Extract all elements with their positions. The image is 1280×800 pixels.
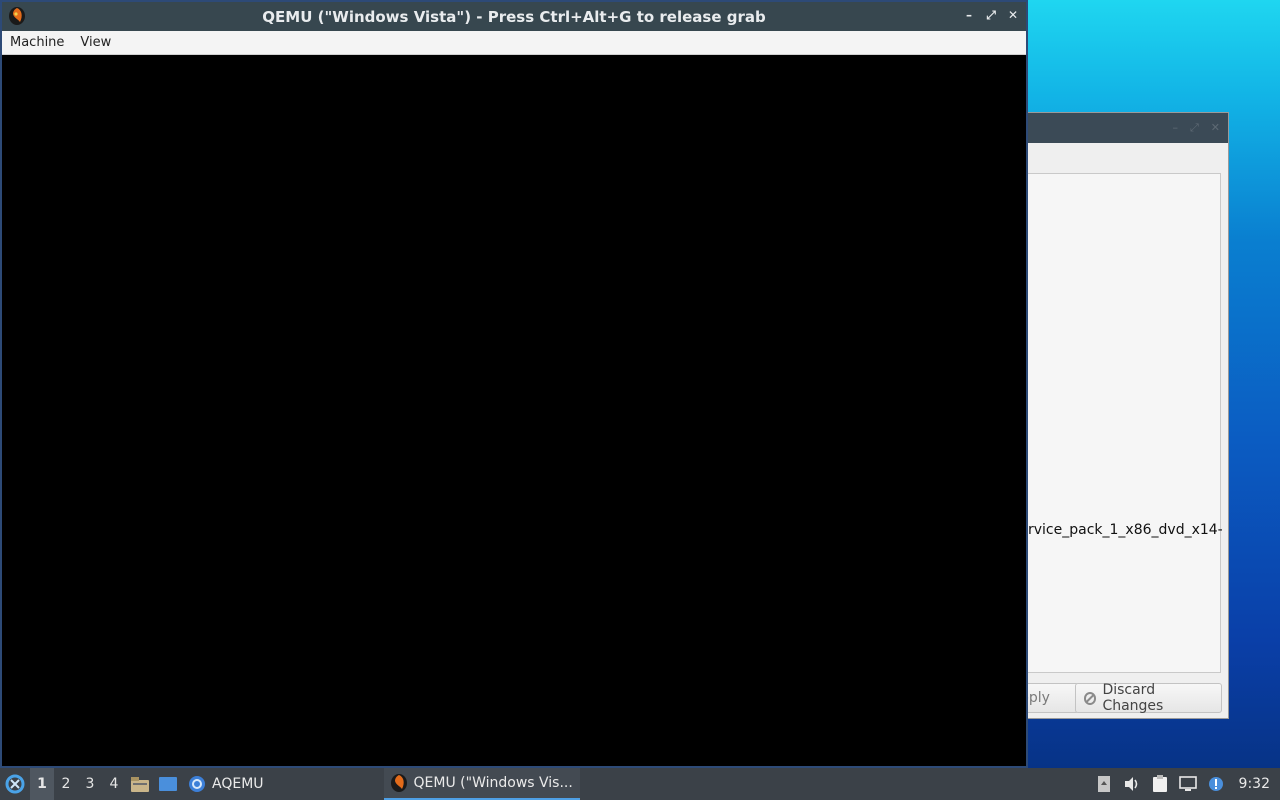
aqemu-window-controls: – ⤢ ✕ — [1172, 121, 1220, 135]
network-icon[interactable] — [1178, 775, 1197, 793]
show-desktop-launcher[interactable] — [154, 768, 182, 800]
iso-path-text: rvice_pack_1_x86_dvd_x14- — [1028, 522, 1223, 538]
system-tray: 9:32 — [1095, 768, 1280, 800]
notification-icon[interactable] — [1207, 775, 1225, 793]
file-manager-launcher[interactable] — [126, 768, 154, 800]
volume-icon[interactable] — [1123, 775, 1141, 793]
workspace-2[interactable]: 2 — [54, 768, 78, 800]
discard-changes-button[interactable]: Discard Changes — [1075, 682, 1222, 714]
qemu-titlebar[interactable]: QEMU ("Windows Vista") - Press Ctrl+Alt+… — [2, 2, 1026, 31]
start-menu-button[interactable] — [0, 768, 30, 800]
discard-changes-label: Discard Changes — [1102, 682, 1164, 714]
clock[interactable]: 9:32 — [1239, 776, 1270, 792]
qemu-icon — [390, 774, 407, 792]
menu-machine[interactable]: Machine — [10, 35, 64, 50]
tray-arrow-icon[interactable] — [1095, 775, 1113, 793]
qemu-icon — [9, 7, 25, 25]
aqemu-window[interactable]: – ⤢ ✕ rvice_pack_1_x86_dvd_x14- pply Dis… — [1000, 112, 1229, 719]
task-aqemu[interactable]: AQEMU — [182, 768, 270, 800]
restore-icon[interactable]: ⤢ — [984, 8, 998, 22]
menu-view[interactable]: View — [80, 35, 111, 50]
desktop-icon — [159, 777, 177, 791]
aqemu-icon — [189, 776, 205, 792]
minimize-icon[interactable]: – — [962, 8, 976, 22]
restore-icon[interactable]: ⤢ — [1190, 121, 1199, 135]
window-title: QEMU ("Windows Vista") - Press Ctrl+Alt+… — [262, 7, 766, 26]
close-icon[interactable]: ✕ — [1006, 8, 1020, 22]
workspace-1[interactable]: 1 — [30, 768, 54, 800]
taskbar: 1 2 3 4 AQEMU QEMU ("Windows Vis... 9:32 — [0, 768, 1280, 800]
workspace-4[interactable]: 4 — [102, 768, 126, 800]
task-aqemu-label: AQEMU — [212, 776, 264, 792]
discard-icon — [1084, 691, 1097, 705]
task-qemu[interactable]: QEMU ("Windows Vis... — [383, 768, 580, 800]
lxqt-logo-icon — [5, 774, 25, 794]
close-icon[interactable]: ✕ — [1211, 121, 1220, 135]
file-manager-icon — [131, 777, 149, 792]
menubar: Machine View — [2, 31, 1026, 55]
clipboard-icon[interactable] — [1151, 775, 1169, 793]
aqemu-titlebar[interactable]: – ⤢ ✕ — [1001, 113, 1228, 143]
vm-display[interactable] — [2, 55, 1026, 766]
workspace-3[interactable]: 3 — [78, 768, 102, 800]
minimize-icon[interactable]: – — [1172, 121, 1178, 135]
task-qemu-label: QEMU ("Windows Vis... — [413, 775, 573, 791]
qemu-window[interactable]: QEMU ("Windows Vista") - Press Ctrl+Alt+… — [0, 0, 1028, 768]
window-controls: – ⤢ ✕ — [962, 8, 1020, 22]
aqemu-content-panel — [1001, 173, 1221, 673]
